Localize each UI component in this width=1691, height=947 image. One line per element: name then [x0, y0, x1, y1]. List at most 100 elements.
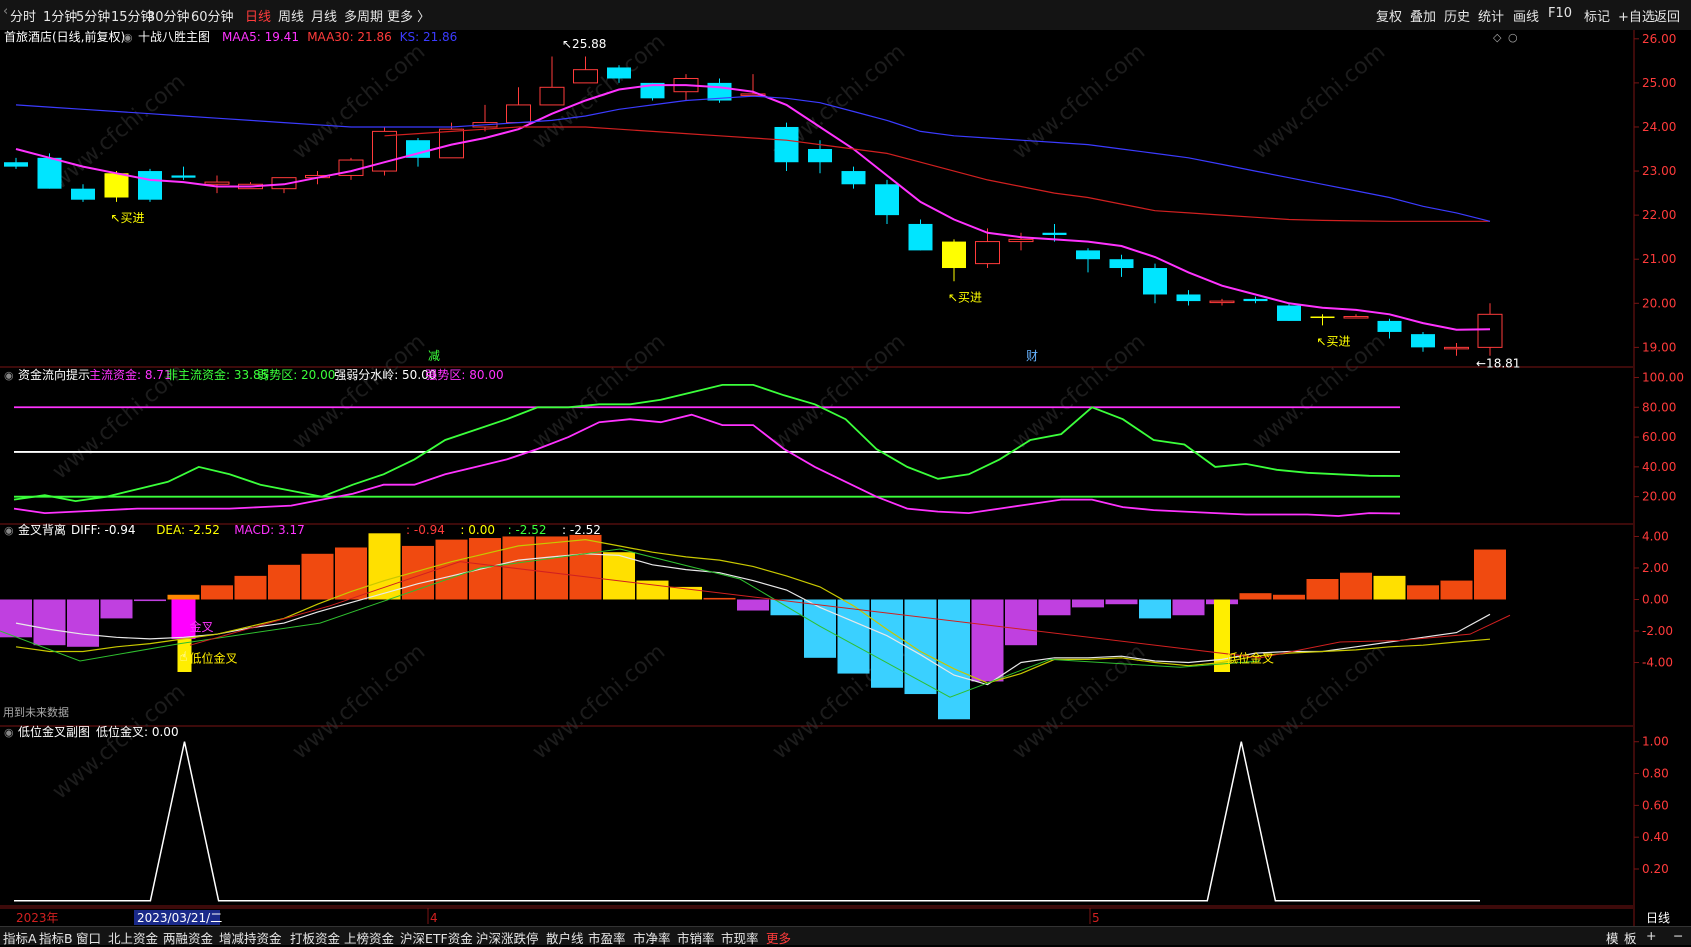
hand-cursor-icon: ☝ — [180, 650, 188, 665]
macd-bar — [1340, 572, 1372, 600]
period-tab[interactable]: 多周期 — [344, 6, 383, 25]
toolbar-button[interactable]: +自选 — [1618, 6, 1655, 25]
axis-tick-label: 26.00 — [1642, 32, 1676, 46]
macd-bar — [1139, 599, 1171, 619]
macd-bar — [134, 599, 166, 602]
macd-bar — [33, 599, 66, 646]
macd-bar — [569, 534, 602, 600]
macd-bar — [67, 599, 99, 647]
candle-body — [1109, 259, 1134, 269]
macd-bar — [1005, 599, 1037, 646]
kline-chart[interactable]: www.cfchi.com www.cfchi.com www.cfchi.com w… — [0, 30, 1691, 926]
macd-bar — [0, 599, 32, 638]
candle-body — [808, 149, 832, 163]
period-tab[interactable]: 5分钟 — [76, 6, 110, 25]
indicator-tab[interactable]: 沪深涨跌停 — [476, 928, 539, 947]
indicator-tab[interactable]: 指标B — [39, 928, 73, 947]
indicator-tab[interactable]: 增减持资金 — [219, 928, 282, 947]
indicator-tab[interactable]: 市现率 — [721, 928, 759, 947]
axis-tick-label: 0.60 — [1642, 798, 1669, 812]
period-tab[interactable]: 分时 — [10, 6, 36, 25]
candle-body — [1444, 346, 1469, 350]
period-tab[interactable]: 日线 — [245, 6, 271, 25]
legend-value: KS: 21.86 — [400, 30, 458, 44]
toolbar-button[interactable]: 标记 — [1584, 6, 1610, 25]
macd-bar — [1373, 575, 1406, 600]
zoom-out-icon[interactable]: − — [1673, 928, 1683, 943]
macd-bar — [1105, 599, 1138, 605]
indicator-tab[interactable]: 打板资金 — [290, 928, 340, 947]
macd-bar — [167, 594, 200, 600]
diamond-icon: ◇ — [1493, 31, 1502, 44]
candle-body — [841, 171, 866, 185]
period-tab[interactable]: 更多 〉 — [387, 6, 430, 25]
legend-value: DEA: -2.52 — [156, 523, 220, 537]
legend-value: 非主流资金: 33.85 — [166, 367, 268, 382]
axis-tick-label: 20.00 — [1642, 490, 1676, 504]
legend-value: 主流资金: 8.71 — [89, 367, 172, 382]
candle-body — [104, 173, 129, 198]
candle-body — [1143, 268, 1167, 295]
macd-bar — [737, 599, 769, 611]
macd-bar — [703, 597, 736, 600]
macd-bar — [971, 599, 1004, 682]
candle-body — [1008, 238, 1034, 243]
legend-value: MAA30: 21.86 — [307, 30, 392, 44]
toolbar-button[interactable]: 复权 — [1376, 6, 1402, 25]
high-price-label: ↖25.88 — [562, 37, 606, 51]
toolbar-button[interactable]: 统计 — [1478, 6, 1504, 25]
axis-tick-label: 80.00 — [1642, 400, 1676, 414]
indicator-tab[interactable]: 市净率 — [633, 928, 671, 947]
chart-background — [0, 30, 1691, 926]
toolbar-button[interactable]: F10 — [1548, 6, 1572, 21]
candle-body — [506, 104, 531, 124]
panel-toggle-button[interactable]: 模 — [1606, 928, 1619, 947]
chart-area[interactable]: www.cfchi.com www.cfchi.com www.cfchi.com w… — [0, 30, 1691, 926]
macd-bar — [1306, 579, 1339, 600]
period-tab[interactable]: 周线 — [278, 6, 304, 25]
candle-body — [1042, 232, 1067, 235]
axis-tick-label: 2.00 — [1642, 561, 1669, 575]
back-arrow-icon[interactable]: ‹ — [3, 4, 8, 19]
macd-bar — [938, 599, 970, 720]
indicator-tab[interactable]: 上榜资金 — [344, 928, 394, 947]
reduce-holding-marker: 减 — [428, 349, 440, 363]
circle-icon: ○ — [1508, 31, 1518, 44]
indicator-tab[interactable]: 两融资金 — [163, 928, 213, 947]
indicator-tab[interactable]: 北上资金 — [108, 928, 158, 947]
axis-tick-label: 0.00 — [1642, 592, 1669, 606]
indicator-tab[interactable]: 散户线 — [546, 928, 584, 947]
indicator-tab[interactable]: 指标A — [3, 928, 37, 947]
date-tag: 2023/03/21/二 — [137, 911, 222, 925]
candle-body — [1176, 294, 1201, 302]
macd-bar — [603, 552, 635, 600]
axis-tick-label: 60.00 — [1642, 430, 1676, 444]
candle-body — [875, 184, 899, 216]
panel-toggle-button[interactable]: 板 — [1624, 928, 1637, 947]
month-label: 4 — [430, 911, 438, 925]
axis-tick-label: 20.00 — [1642, 296, 1676, 310]
buy-signal-label: ↖买进 — [948, 290, 982, 304]
year-label: 2023年 — [16, 911, 59, 925]
period-tab[interactable]: 30分钟 — [147, 6, 190, 25]
period-tab[interactable]: 1分钟 — [43, 6, 77, 25]
indicator-tab[interactable]: 市销率 — [677, 928, 715, 947]
indicator-tab[interactable]: 窗口 — [76, 928, 101, 947]
toolbar-button[interactable]: 返回 — [1654, 6, 1680, 25]
candle-body — [1343, 316, 1369, 319]
toolbar-button[interactable]: 画线 — [1513, 6, 1539, 25]
legend-value: MAA5: 19.41 — [222, 30, 299, 44]
zoom-in-icon[interactable]: + — [1646, 928, 1656, 943]
candle-body — [1277, 305, 1301, 321]
period-label: 日线 — [1646, 911, 1670, 925]
period-tab[interactable]: 月线 — [311, 6, 337, 25]
toolbar-button[interactable]: 叠加 — [1410, 6, 1436, 25]
toolbar-button[interactable]: 历史 — [1444, 6, 1470, 25]
period-tab[interactable]: 60分钟 — [191, 6, 234, 25]
indicator-tab[interactable]: 市盈率 — [588, 928, 626, 947]
indicator-tab[interactable]: 沪深ETF资金 — [400, 928, 473, 947]
macd-bar — [469, 538, 501, 600]
macd-bar — [1038, 599, 1071, 616]
legend-value: 强势区: 80.00 — [425, 368, 503, 382]
indicator-tab[interactable]: 更多 — [766, 928, 791, 947]
